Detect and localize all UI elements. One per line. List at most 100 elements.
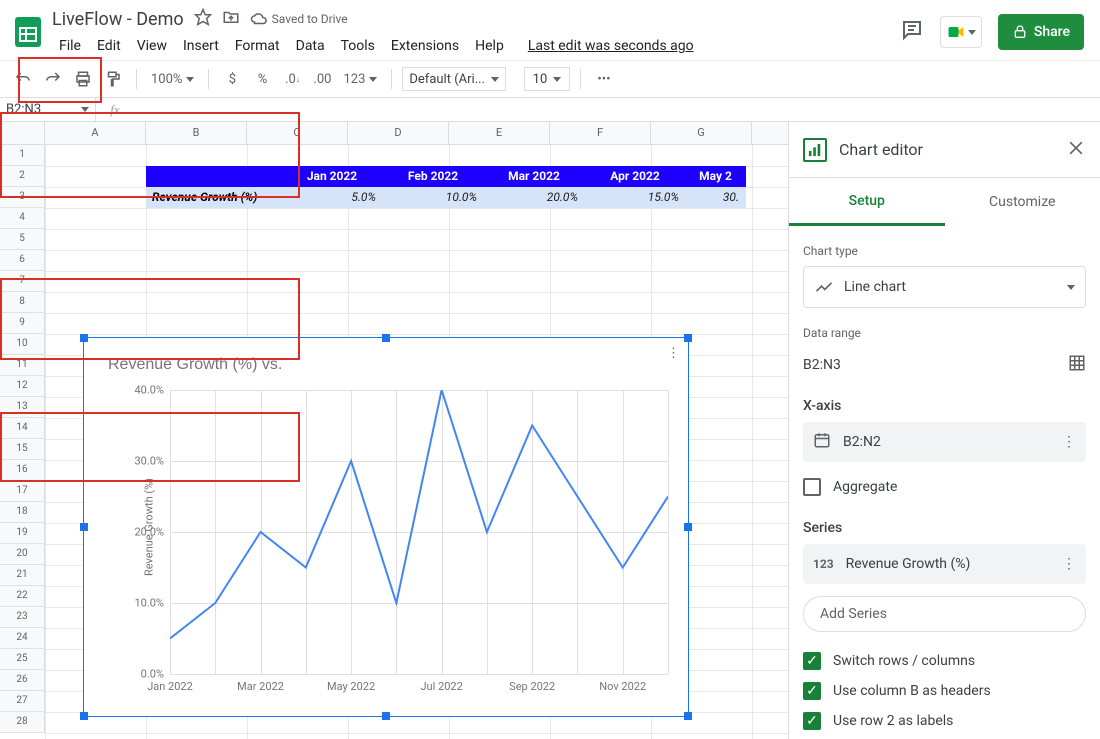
chart-type-select[interactable]: Line chart: [803, 266, 1086, 308]
row-header[interactable]: 24: [0, 628, 45, 649]
more-formats[interactable]: 123: [339, 72, 381, 87]
cloud-status[interactable]: Saved to Drive: [250, 10, 348, 28]
share-button[interactable]: Share: [998, 14, 1084, 50]
col-header[interactable]: D: [348, 122, 449, 144]
tab-setup[interactable]: Setup: [789, 178, 945, 226]
select-all-corner[interactable]: [0, 122, 45, 144]
more-icon[interactable]: ⋮: [1062, 556, 1076, 572]
row-header[interactable]: 6: [0, 250, 45, 271]
xaxis-chip[interactable]: B2:N2 ⋮: [803, 422, 1086, 462]
menu-file[interactable]: File: [52, 34, 88, 58]
row-header[interactable]: 18: [0, 502, 45, 523]
zoom-select[interactable]: 100%: [147, 72, 198, 87]
menu-help[interactable]: Help: [468, 34, 511, 58]
chart-xtick: Mar 2022: [237, 674, 284, 693]
decrease-decimal-icon[interactable]: .0↓: [279, 66, 305, 92]
row-header[interactable]: 17: [0, 481, 45, 502]
row-header[interactable]: 22: [0, 586, 45, 607]
chart-type-label: Chart type: [803, 244, 1086, 258]
row-header[interactable]: 28: [0, 712, 45, 733]
chart-ytick: 40.0%: [134, 384, 170, 397]
col-header[interactable]: A: [45, 122, 146, 144]
menu-insert[interactable]: Insert: [176, 34, 226, 58]
select-range-icon[interactable]: [1068, 354, 1086, 376]
document-title[interactable]: LiveFlow - Demo: [52, 9, 184, 30]
toolbar-more-icon[interactable]: •••: [591, 66, 617, 92]
row-header[interactable]: 15: [0, 439, 45, 460]
row-header[interactable]: 4: [0, 208, 45, 229]
series-chip[interactable]: 123 Revenue Growth (%) ⋮: [803, 544, 1086, 584]
font-size-select[interactable]: 10: [524, 67, 570, 91]
row-header[interactable]: 2: [0, 166, 45, 187]
table-cell: 30.: [686, 187, 746, 208]
menu-edit[interactable]: Edit: [90, 34, 128, 58]
close-icon[interactable]: [1066, 138, 1086, 162]
row-labels-checkbox[interactable]: ✓: [803, 712, 821, 730]
table-cell: 10.0%: [383, 187, 484, 208]
row-header[interactable]: 11: [0, 355, 45, 376]
col-header[interactable]: C: [247, 122, 348, 144]
row-header[interactable]: 1: [0, 145, 45, 166]
row-header[interactable]: 7: [0, 271, 45, 292]
row-header[interactable]: 20: [0, 544, 45, 565]
menu-tools[interactable]: Tools: [334, 34, 382, 58]
row-header[interactable]: 13: [0, 397, 45, 418]
chart-editor-icon: [803, 138, 827, 162]
print-icon[interactable]: [70, 66, 96, 92]
row-header[interactable]: 3: [0, 187, 45, 208]
move-icon[interactable]: [222, 8, 240, 30]
row-header[interactable]: 5: [0, 229, 45, 250]
undo-icon[interactable]: [10, 66, 36, 92]
paint-format-icon[interactable]: [100, 66, 126, 92]
name-box[interactable]: B2:N3: [0, 98, 96, 121]
embedded-chart[interactable]: ⋮ Revenue Growth (%) vs. Revenue Growth …: [83, 337, 689, 717]
table-header-cell: Mar 2022: [484, 166, 585, 187]
chart-ytick: 10.0%: [134, 597, 170, 610]
row-header[interactable]: 16: [0, 460, 45, 481]
table-header-cell: Jan 2022: [282, 166, 383, 187]
col-header[interactable]: F: [550, 122, 651, 144]
menu-format[interactable]: Format: [228, 34, 287, 58]
row-header[interactable]: 25: [0, 649, 45, 670]
more-icon[interactable]: ⋮: [1062, 434, 1076, 450]
currency-icon[interactable]: $: [219, 66, 245, 92]
menubar: File Edit View Insert Format Data Tools …: [52, 30, 900, 58]
increase-decimal-icon[interactable]: .00: [309, 66, 335, 92]
meet-button[interactable]: [940, 16, 982, 48]
table-cell: 5.0%: [282, 187, 383, 208]
row-header[interactable]: 23: [0, 607, 45, 628]
row-header[interactable]: 19: [0, 523, 45, 544]
row-header[interactable]: 26: [0, 670, 45, 691]
table-header-row: Jan 2022 Feb 2022 Mar 2022 Apr 2022 May …: [146, 166, 746, 187]
star-icon[interactable]: [194, 8, 212, 30]
calendar-icon: [813, 431, 831, 453]
chart-menu-icon[interactable]: ⋮: [667, 346, 680, 361]
sheets-app-icon[interactable]: [6, 10, 50, 54]
row-header[interactable]: 14: [0, 418, 45, 439]
row-header[interactable]: 21: [0, 565, 45, 586]
last-edit-link[interactable]: Last edit was seconds ago: [521, 34, 701, 58]
tab-customize[interactable]: Customize: [945, 178, 1100, 226]
menu-view[interactable]: View: [130, 34, 174, 58]
comments-icon[interactable]: [900, 18, 924, 46]
menu-extensions[interactable]: Extensions: [384, 34, 466, 58]
aggregate-checkbox[interactable]: [803, 478, 821, 496]
row-header[interactable]: 12: [0, 376, 45, 397]
col-header[interactable]: G: [651, 122, 752, 144]
row-header[interactable]: 27: [0, 691, 45, 712]
col-header[interactable]: E: [449, 122, 550, 144]
row-header[interactable]: 8: [0, 292, 45, 313]
data-range-value[interactable]: B2:N3: [803, 357, 841, 373]
col-headers-checkbox[interactable]: ✓: [803, 682, 821, 700]
menu-data[interactable]: Data: [289, 34, 332, 58]
redo-icon[interactable]: [40, 66, 66, 92]
font-select[interactable]: Default (Ari...: [402, 67, 506, 91]
row-header[interactable]: 10: [0, 334, 45, 355]
switch-rows-checkbox[interactable]: ✓: [803, 652, 821, 670]
add-series-button[interactable]: Add Series: [803, 596, 1086, 632]
row-header[interactable]: 9: [0, 313, 45, 334]
table-header-cell: Feb 2022: [383, 166, 484, 187]
col-header[interactable]: B: [146, 122, 247, 144]
spreadsheet-grid[interactable]: A B C D E F G 12345678910111213141516171…: [0, 122, 788, 739]
percent-icon[interactable]: %: [249, 66, 275, 92]
